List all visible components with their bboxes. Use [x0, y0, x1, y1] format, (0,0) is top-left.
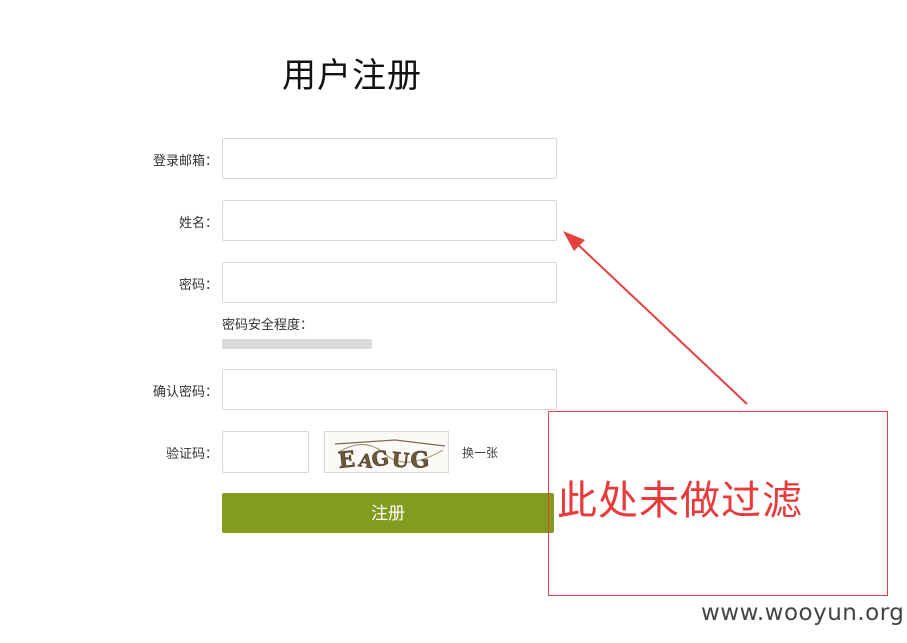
annotation-text: 此处未做过滤 — [557, 478, 803, 524]
watermark-text: www.wooyun.org — [701, 600, 905, 626]
